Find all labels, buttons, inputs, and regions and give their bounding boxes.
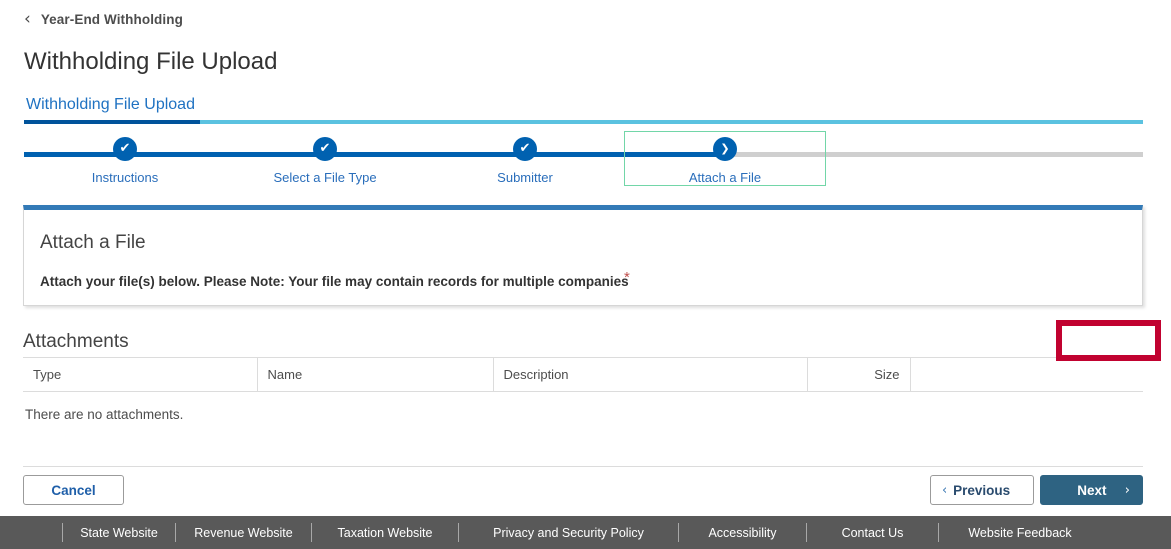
actions-divider <box>23 466 1143 467</box>
check-icon: ✔ <box>113 137 137 161</box>
tab-strip: Withholding File Upload <box>24 96 1143 124</box>
panel-instruction: Attach your file(s) below. Please Note: … <box>40 274 629 289</box>
column-header-actions <box>910 357 1143 392</box>
site-footer: State Website Revenue Website Taxation W… <box>0 516 1171 549</box>
previous-button-label: Previous <box>953 482 1011 498</box>
next-button-label: Next <box>1077 482 1107 498</box>
back-link-label: Year-End Withholding <box>40 11 183 27</box>
footer-link-taxation-website[interactable]: Taxation Website <box>312 526 458 540</box>
check-icon: ✔ <box>513 137 537 161</box>
attach-a-file-highlight <box>1056 320 1161 361</box>
next-button[interactable]: Next › <box>1040 475 1143 505</box>
app-page: ‹ Year-End Withholding Withholding File … <box>0 0 1171 549</box>
tab-withholding-file-upload[interactable]: Withholding File Upload <box>24 96 197 120</box>
footer-link-website-feedback[interactable]: Website Feedback <box>939 526 1101 540</box>
attach-a-file-panel: Attach a File Attach your file(s) below.… <box>23 205 1143 306</box>
progress-stepper: ✔ Instructions ✔ Select a File Type ✔ Su… <box>24 131 1143 192</box>
column-header-size[interactable]: Size <box>807 357 911 392</box>
stepper-step-select-a-file-type[interactable]: ✔ Select a File Type <box>225 137 425 185</box>
check-icon: ✔ <box>313 137 337 161</box>
stepper-step-label: Submitter <box>497 170 553 185</box>
attachments-empty-message: There are no attachments. <box>25 407 184 422</box>
footer-link-revenue-website[interactable]: Revenue Website <box>176 526 311 540</box>
cancel-button[interactable]: Cancel <box>23 475 124 505</box>
attachments-title: Attachments <box>23 331 129 352</box>
column-header-description[interactable]: Description <box>493 357 808 392</box>
back-link[interactable]: ‹ Year-End Withholding <box>24 8 183 30</box>
panel-heading: Attach a File <box>40 232 146 253</box>
page-title: Withholding File Upload <box>24 48 278 75</box>
footer-link-privacy-and-security-policy[interactable]: Privacy and Security Policy <box>459 526 678 540</box>
chevron-left-icon: ‹ <box>24 8 31 29</box>
column-header-type[interactable]: Type <box>23 357 258 392</box>
footer-link-accessibility[interactable]: Accessibility <box>679 526 806 540</box>
tab-underline-active <box>24 120 200 124</box>
chevron-right-icon: ❯ <box>713 137 737 161</box>
column-header-name[interactable]: Name <box>257 357 494 392</box>
stepper-step-label: Instructions <box>91 170 159 185</box>
previous-button[interactable]: ‹ Previous <box>930 475 1034 505</box>
chevron-left-icon: ‹ <box>942 482 948 498</box>
table-header-row: Type Name Description Size <box>23 357 1143 392</box>
stepper-step-submitter[interactable]: ✔ Submitter <box>425 137 625 185</box>
attachments-table: Type Name Description Size <box>23 357 1143 392</box>
stepper-step-instructions[interactable]: ✔ Instructions <box>25 137 225 185</box>
stepper-step-label: Select a File Type <box>273 170 377 185</box>
chevron-right-icon: › <box>1124 482 1130 498</box>
footer-link-contact-us[interactable]: Contact Us <box>807 526 938 540</box>
footer-link-state-website[interactable]: State Website <box>63 526 175 540</box>
required-asterisk: * <box>624 269 630 286</box>
